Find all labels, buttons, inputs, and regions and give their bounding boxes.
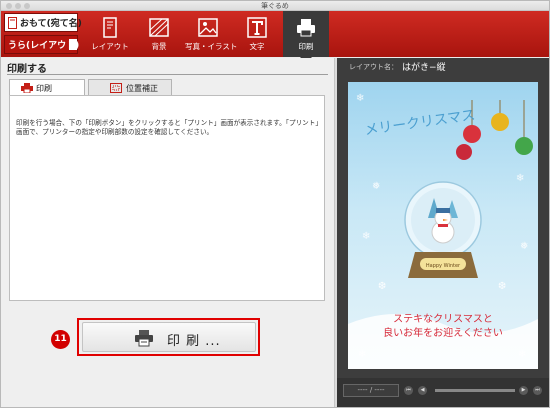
tool-background[interactable]: 背景 <box>136 11 182 57</box>
card-message: ステキなクリスマスと 良いお年をお迎えください <box>348 313 538 341</box>
text-icon <box>247 17 267 38</box>
window-title: 筆ぐるめ <box>261 2 289 10</box>
card-message-line2: 良いお年をお迎えください <box>383 328 503 339</box>
tool-text[interactable]: 文字 <box>234 11 280 57</box>
snowflake-icon: ❅ <box>520 241 529 252</box>
print-instructions-box: 印刷を行う場合、下の「印刷ボタン」をクリックすると「プリント」画面が表示されます… <box>9 95 325 301</box>
tool-background-label: 背景 <box>151 42 167 51</box>
background-icon <box>149 18 169 37</box>
card-preview: ❄ ❄ ❄ ❅ ❅ ❆ ❆ ❄ ❄ メリークリスマス <box>348 82 538 369</box>
tool-text-label: 文字 <box>249 42 265 51</box>
prev-page-button[interactable]: ◀ <box>418 386 427 395</box>
preview-panel: レイアウト名： はがき−縦 ❄ ❄ ❄ ❅ ❅ ❆ ❆ ❄ ❄ メリークリスマス <box>337 58 549 407</box>
tab-position-adjust[interactable]: 位置補正 <box>88 79 172 95</box>
app-window: 筆ぐるめ おもて(宛て名) うら(レイアウト) レイアウト 背景 写真・イラスト… <box>0 0 550 408</box>
address-icon <box>8 17 17 29</box>
tool-print[interactable]: 印刷 <box>283 11 329 63</box>
page-indicator: ---- / ---- <box>343 384 399 397</box>
print-instructions-text: 印刷を行う場合、下の「印刷ボタン」をクリックすると「プリント」画面が表示されます… <box>16 119 319 136</box>
step-callout: 11 <box>51 330 70 349</box>
tool-layout[interactable]: レイアウト <box>87 11 133 57</box>
page-slider[interactable] <box>435 389 515 392</box>
snowflake-icon: ❄ <box>362 231 371 242</box>
tool-print-label: 印刷 <box>298 42 314 51</box>
front-side-label: おもて(宛て名) <box>20 19 82 29</box>
picture-icon <box>198 18 218 37</box>
globe-plate-text: Happy Winter <box>426 263 461 269</box>
main-toolbar: おもて(宛て名) うら(レイアウト) レイアウト 背景 写真・イラスト 文字 印… <box>1 11 549 63</box>
next-page-button[interactable]: ▶ <box>519 386 528 395</box>
tool-layout-label: レイアウト <box>91 42 129 51</box>
snowflake-icon: ❆ <box>378 281 387 292</box>
tab-print[interactable]: 印刷 <box>9 79 85 95</box>
print-button-highlight <box>77 318 260 356</box>
tool-picture[interactable]: 写真・イラスト <box>185 11 238 57</box>
layout-name-value: はがき−縦 <box>402 63 446 73</box>
layout-name-label: レイアウト名： <box>349 63 398 71</box>
card-thumb-icon <box>69 39 77 50</box>
layout-icon <box>103 17 117 38</box>
printer-tab-icon <box>21 83 33 93</box>
snowflake-icon: ❆ <box>498 281 507 292</box>
printer-icon <box>297 19 315 37</box>
tab-position-adjust-label: 位置補正 <box>126 84 158 93</box>
card-message-line1: ステキなクリスマスと <box>393 314 493 325</box>
snowflake-icon: ❅ <box>372 181 381 192</box>
panel-divider <box>7 74 328 75</box>
title-bar: 筆ぐるめ <box>1 1 549 11</box>
front-side-button[interactable]: おもて(宛て名) <box>4 13 82 32</box>
snowflake-icon: ❄ <box>356 93 365 104</box>
first-page-button[interactable]: ⏮ <box>404 386 413 395</box>
preview-navigation-bar: ---- / ---- ⏮ ◀ ▶ ⏭ <box>337 378 549 407</box>
panel-title: 印刷する <box>7 64 47 75</box>
tab-print-label: 印刷 <box>36 84 52 93</box>
tool-picture-label: 写真・イラスト <box>185 42 238 51</box>
snowflake-icon: ❄ <box>516 173 525 184</box>
back-side-button[interactable]: うら(レイアウト) <box>4 35 79 54</box>
last-page-button[interactable]: ⏭ <box>533 386 542 395</box>
snow-globe-illustration: Happy Winter <box>404 181 482 278</box>
position-adjust-icon <box>110 83 122 93</box>
print-panel: 印刷する 印刷 位置補正 印刷を行う場合、下の「印刷ボタン」をクリックすると「プ… <box>1 58 334 407</box>
